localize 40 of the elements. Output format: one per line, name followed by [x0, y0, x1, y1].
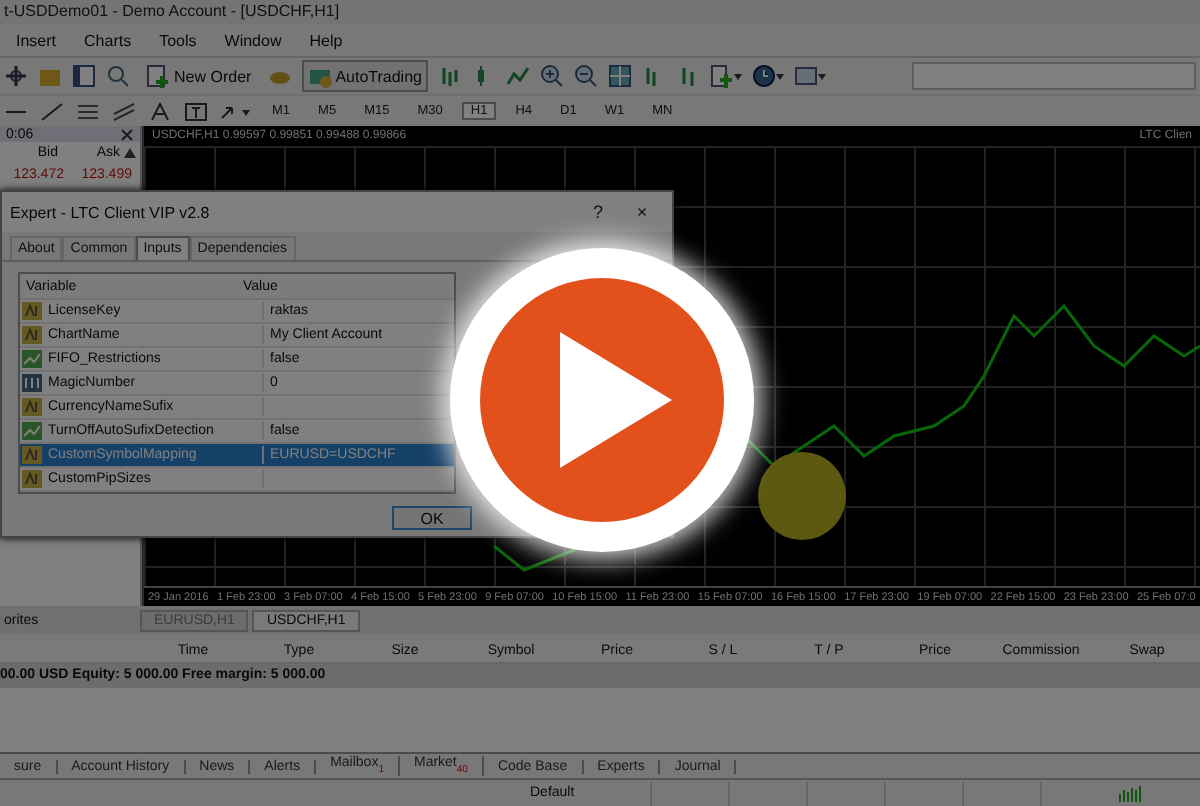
- menu-item[interactable]: Charts: [84, 31, 132, 49]
- trendline-icon[interactable]: [40, 101, 64, 121]
- text-type-icon: [22, 302, 42, 320]
- arrows-icon[interactable]: [220, 101, 252, 121]
- text-type-icon: [22, 446, 42, 464]
- close-button[interactable]: ×: [620, 200, 664, 224]
- text-type-icon: [22, 398, 42, 416]
- clock-icon[interactable]: [751, 64, 784, 88]
- menu-item[interactable]: Window: [224, 31, 282, 49]
- label-tool-icon[interactable]: [184, 101, 208, 121]
- document-plus-icon: [146, 64, 170, 88]
- close-icon[interactable]: [120, 127, 134, 141]
- text-tool-icon[interactable]: [148, 101, 172, 121]
- menu-item[interactable]: Help: [309, 31, 343, 49]
- zoom-in-icon[interactable]: [539, 64, 564, 88]
- template-icon[interactable]: [793, 64, 826, 88]
- fibonacci-icon[interactable]: [76, 101, 100, 121]
- window-title: t-USDDemo01 - Demo Account - [USDCHF,H1]: [0, 0, 1200, 24]
- autotrading-button[interactable]: AutoTrading: [301, 60, 428, 92]
- window-icon[interactable]: [72, 64, 96, 88]
- bar-chart-icon[interactable]: [437, 64, 462, 88]
- add-indicator-icon[interactable]: [709, 64, 742, 88]
- zoom-out-icon[interactable]: [573, 64, 598, 88]
- text-type-icon: [22, 470, 42, 488]
- connection-bars-icon[interactable]: [1118, 784, 1142, 802]
- menu-item[interactable]: Insert: [16, 31, 57, 49]
- grid-icon[interactable]: [607, 64, 632, 88]
- search-field[interactable]: [912, 62, 1196, 90]
- dialog-title: Expert - LTC Client VIP v2.8: [10, 203, 212, 221]
- scroll-up-icon[interactable]: [124, 148, 136, 158]
- channel-icon[interactable]: [112, 101, 136, 121]
- help-button[interactable]: ?: [576, 200, 620, 224]
- text-type-icon: [22, 326, 42, 344]
- ok-button[interactable]: OK: [392, 506, 472, 530]
- cursor-highlight: [758, 452, 846, 540]
- zoom-icon[interactable]: [106, 64, 130, 88]
- menu-item[interactable]: Tools: [159, 31, 197, 49]
- new-order-button[interactable]: New Order: [140, 60, 258, 92]
- line-chart-icon[interactable]: [505, 64, 530, 88]
- crosshair-icon[interactable]: [4, 64, 28, 88]
